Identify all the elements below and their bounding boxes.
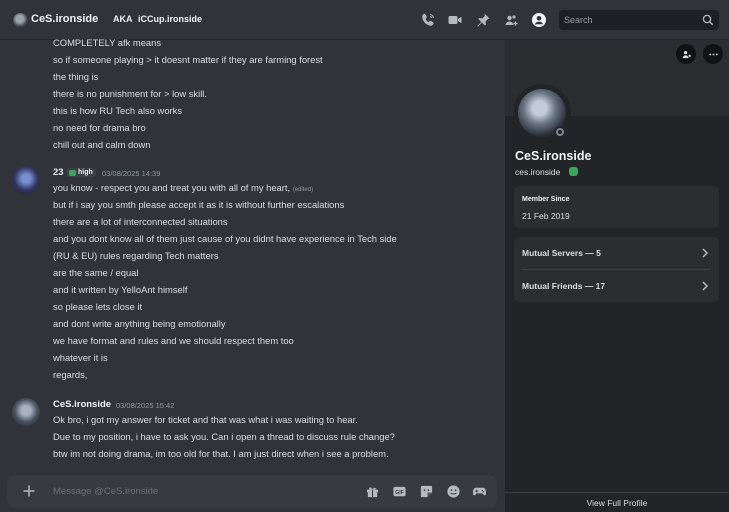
alias-name: iCCup.ironside — [138, 14, 203, 24]
gift-icon[interactable] — [365, 484, 380, 499]
avatar[interactable] — [12, 398, 40, 426]
member-since-date: 21 Feb 2019 — [522, 211, 570, 221]
nitro-badge-icon[interactable] — [569, 167, 578, 176]
message-line: and it written by YelloAnt himself — [53, 284, 188, 295]
message-author[interactable]: CeS.ironside — [53, 399, 111, 410]
mutual-servers-row[interactable]: Mutual Servers — 5 — [514, 237, 719, 270]
dm-header: CeS.ironside AKA iCCup.ironside Search — [0, 0, 729, 40]
user-profile-panel: CeS.ironside ces.ironside Member Since 2… — [505, 40, 729, 512]
add-attachment-icon[interactable] — [21, 483, 37, 499]
member-since-card: Member Since 21 Feb 2019 — [514, 186, 719, 228]
message-line: Due to my position, i have to ask you. C… — [53, 431, 395, 442]
message-line: COMPLETELY afk means — [53, 37, 162, 48]
message-line: btw im not doing drama, im too old for t… — [53, 448, 389, 459]
message-line: this is how RU Tech also works — [53, 105, 183, 116]
message-line: and dont write anything being emotionall… — [53, 318, 226, 329]
message-line: and you dont know all of them just cause… — [53, 233, 397, 244]
message-line: we have format and rules and we should r… — [53, 335, 294, 346]
profile-display-name: CeS.ironside — [515, 149, 592, 163]
server-tag[interactable]: high — [66, 168, 96, 177]
mutual-friends-label: Mutual Friends — 17 — [522, 281, 606, 291]
member-since-label: Member Since — [522, 196, 570, 203]
add-friend-button[interactable] — [676, 44, 696, 64]
message-timestamp: 03/08/2025 15:42 — [116, 401, 175, 410]
chevron-right-icon — [698, 246, 712, 260]
user-profile-icon[interactable] — [531, 12, 547, 28]
gif-icon[interactable]: GIF — [392, 484, 407, 499]
message-author[interactable]: 23 — [53, 167, 64, 178]
emoji-icon[interactable] — [446, 484, 461, 499]
message-input[interactable]: Message @CeS.ironside — [53, 486, 158, 497]
aka-label: AKA — [113, 14, 133, 24]
message-line: but if i say you smth please accept it a… — [53, 199, 345, 210]
message-line: the thing is — [53, 71, 99, 82]
message-line: are the same / equal — [53, 267, 139, 278]
mutual-friends-row[interactable]: Mutual Friends — 17 — [514, 270, 719, 302]
tag-label: high — [78, 169, 93, 176]
view-full-profile-button[interactable]: View Full Profile — [505, 492, 729, 512]
message-line: whatever it is — [53, 352, 108, 363]
activities-icon[interactable] — [472, 484, 487, 499]
tag-badge-icon — [69, 170, 76, 176]
avatar[interactable] — [12, 166, 40, 194]
svg-text:GIF: GIF — [395, 490, 404, 496]
pin-icon[interactable] — [475, 12, 491, 28]
sticker-icon[interactable] — [419, 484, 434, 499]
message-composer[interactable]: Message @CeS.ironside GIF — [7, 475, 497, 508]
message-line: so if someone playing > it doesnt matter… — [53, 54, 323, 65]
profile-username[interactable]: ces.ironside — [515, 167, 560, 177]
message-line: chill out and calm down — [53, 139, 151, 150]
video-call-icon[interactable] — [447, 12, 463, 28]
offline-status-icon — [556, 128, 564, 136]
mutual-servers-label: Mutual Servers — 5 — [522, 248, 601, 258]
message-line: there is no punishment for > low skill. — [53, 88, 207, 99]
message-line: you know - respect you and treat you wit… — [53, 182, 313, 193]
message-line: so please lets close it — [53, 301, 143, 312]
search-placeholder: Search — [564, 15, 593, 25]
header-username[interactable]: CeS.ironside — [31, 13, 98, 25]
message-line: there are a lot of interconnected situat… — [53, 216, 228, 227]
message-timestamp: 03/08/2025 14:39 — [102, 169, 161, 178]
edited-label: (edited) — [292, 187, 314, 193]
search-icon[interactable] — [701, 13, 715, 27]
message-text: you know - respect you and treat you wit… — [53, 182, 291, 193]
message-line: Ok bro, i got my answer for ticket and t… — [53, 414, 358, 425]
mutuals-card: Mutual Servers — 5 Mutual Friends — 17 — [514, 237, 719, 302]
header-avatar[interactable] — [13, 13, 28, 28]
message-line: (RU & EU) rules regarding Tech matters — [53, 250, 219, 261]
chevron-right-icon — [698, 279, 712, 293]
view-full-profile-label: View Full Profile — [586, 498, 648, 508]
message-line: regards, — [53, 369, 88, 380]
more-options-button[interactable] — [703, 44, 723, 64]
status-indicator — [554, 126, 566, 138]
message-list[interactable]: COMPLETELY afk means so if someone playi… — [0, 37, 505, 512]
search-input[interactable]: Search — [559, 10, 719, 30]
voice-call-icon[interactable] — [420, 12, 436, 28]
add-friends-icon[interactable] — [503, 12, 519, 28]
message-line: no need for drama bro — [53, 122, 146, 133]
